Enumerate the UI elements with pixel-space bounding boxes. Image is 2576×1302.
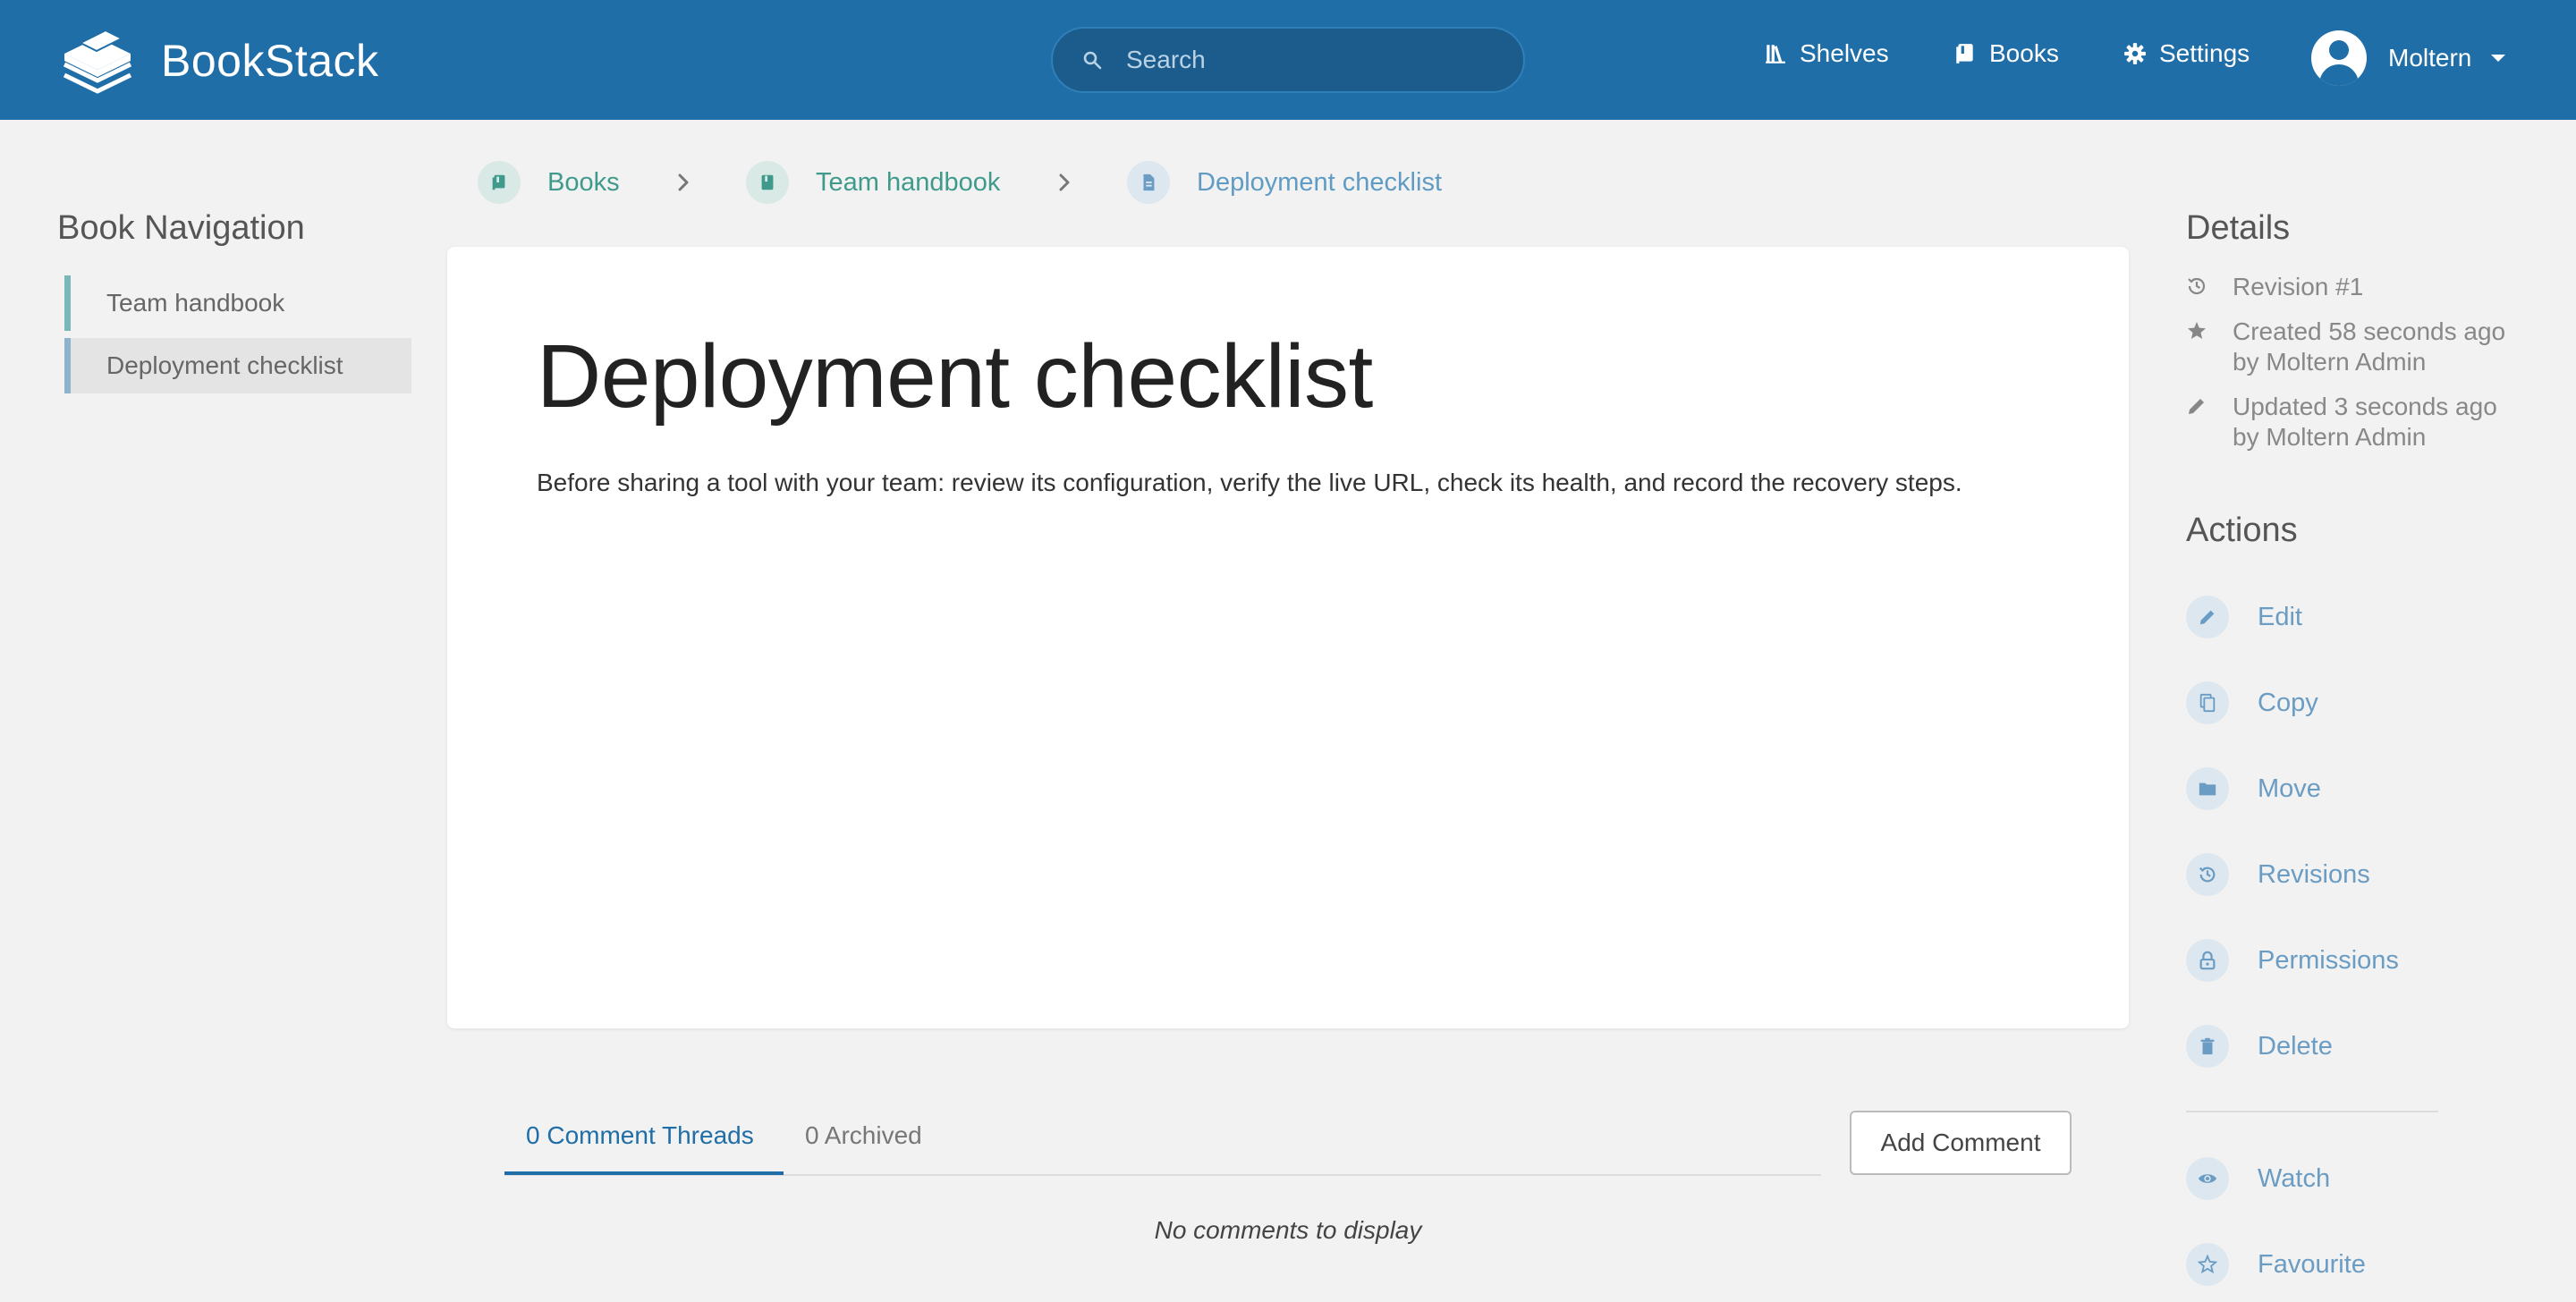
- watch-action[interactable]: Watch: [2186, 1157, 2330, 1200]
- nav-settings[interactable]: Settings: [2123, 39, 2250, 68]
- breadcrumb-deployment-checklist[interactable]: Deployment checklist: [1127, 161, 1442, 204]
- star-outline-icon: [2186, 1243, 2229, 1286]
- user-menu[interactable]: Moltern: [2311, 30, 2506, 86]
- history-icon: [2188, 277, 2206, 295]
- copy-action[interactable]: Copy: [2186, 681, 2318, 724]
- tab-archived[interactable]: 0 Archived: [805, 1121, 922, 1150]
- pencil-icon: [2189, 399, 2204, 414]
- breadcrumb-books-label: Books: [547, 167, 620, 197]
- breadcrumb-books[interactable]: Books: [478, 161, 620, 204]
- top-header: BookStack Shelves Books: [0, 0, 2576, 120]
- detail-revision[interactable]: Revision #1: [2186, 272, 2363, 302]
- book-nav-item-deployment-checklist[interactable]: Deployment checklist: [64, 338, 411, 393]
- tab-comment-threads[interactable]: 0 Comment Threads: [526, 1121, 754, 1150]
- avatar: [2311, 30, 2367, 86]
- no-comments-message: No comments to display: [0, 1216, 2576, 1245]
- edit-action-label: Edit: [2258, 602, 2302, 631]
- copy-action-label: Copy: [2258, 688, 2318, 717]
- details-title: Details: [2186, 209, 2291, 247]
- copy-icon: [2186, 681, 2229, 724]
- eye-icon: [2186, 1157, 2229, 1200]
- page-content-card: Deployment checklist Before sharing a to…: [447, 247, 2129, 1028]
- detail-updated: Updated 3 seconds ago by Moltern Admin: [2186, 392, 2497, 452]
- breadcrumb-deployment-checklist-label: Deployment checklist: [1197, 167, 1442, 197]
- book-nav-item-label: Team handbook: [106, 289, 285, 317]
- book-navigation-title: Book Navigation: [57, 209, 305, 247]
- nav-shelves-label: Shelves: [1800, 39, 1889, 67]
- lock-icon: [2186, 939, 2229, 982]
- detail-created-line1: Created 58 seconds ago: [2233, 317, 2506, 345]
- detail-created: Created 58 seconds ago by Moltern Admin: [2186, 317, 2505, 377]
- permissions-action[interactable]: Permissions: [2186, 939, 2399, 982]
- star-icon: [2188, 322, 2206, 339]
- breadcrumb-team-handbook-label: Team handbook: [816, 167, 1001, 197]
- book-icon: [1956, 44, 1973, 63]
- history-icon: [2186, 853, 2229, 896]
- revisions-action[interactable]: Revisions: [2186, 853, 2370, 896]
- nav-settings-label: Settings: [2159, 39, 2250, 67]
- book-nav-item-label: Deployment checklist: [106, 351, 343, 379]
- no-comments-text: No comments to display: [1154, 1216, 1422, 1244]
- favourite-action-label: Favourite: [2258, 1249, 2366, 1279]
- delete-action-label: Delete: [2258, 1031, 2333, 1061]
- search-input[interactable]: [1126, 46, 1484, 74]
- nav-shelves[interactable]: Shelves: [1764, 39, 1889, 68]
- actions-title: Actions: [2186, 512, 2298, 549]
- book-icon: [746, 161, 789, 204]
- page-icon: [1127, 161, 1170, 204]
- nav-books-label: Books: [1989, 39, 2059, 67]
- page-body-text: Before sharing a tool with your team: re…: [537, 469, 1962, 496]
- chevron-down-icon: [2491, 55, 2506, 62]
- page-title: Deployment checklist: [537, 326, 1373, 427]
- chevron-right-icon: [678, 173, 689, 191]
- pencil-icon: [2186, 596, 2229, 638]
- shelves-icon: [1766, 45, 1785, 63]
- actions-divider: [2186, 1111, 2438, 1112]
- detail-updated-line1: Updated 3 seconds ago: [2233, 393, 2497, 420]
- detail-revision-text: Revision #1: [2233, 273, 2364, 300]
- app-name: BookStack: [161, 36, 379, 86]
- detail-updated-line2: by Moltern Admin: [2233, 423, 2427, 451]
- books-icon: [478, 161, 521, 204]
- revisions-action-label: Revisions: [2258, 859, 2370, 889]
- favourite-action[interactable]: Favourite: [2186, 1243, 2366, 1286]
- active-tab-indicator: [504, 1171, 784, 1175]
- search-icon: [1083, 51, 1102, 70]
- watch-action-label: Watch: [2258, 1163, 2331, 1193]
- delete-action[interactable]: Delete: [2186, 1025, 2333, 1068]
- add-comment-button[interactable]: Add Comment: [1850, 1111, 2072, 1175]
- move-action-label: Move: [2258, 774, 2321, 803]
- trash-icon: [2186, 1025, 2229, 1068]
- move-action[interactable]: Move: [2186, 767, 2321, 810]
- breadcrumb-team-handbook[interactable]: Team handbook: [746, 161, 1000, 204]
- permissions-action-label: Permissions: [2258, 945, 2399, 975]
- user-name: Moltern: [2388, 44, 2472, 72]
- book-nav-item-team-handbook[interactable]: Team handbook: [64, 275, 411, 331]
- edit-action[interactable]: Edit: [2186, 596, 2302, 638]
- chevron-right-icon: [1059, 173, 1070, 191]
- search-box[interactable]: [1051, 27, 1525, 93]
- app-logo[interactable]: BookStack: [59, 25, 379, 97]
- gear-icon: [2124, 43, 2146, 64]
- bookstack-logo-icon: [63, 29, 132, 94]
- folder-icon: [2186, 767, 2229, 810]
- detail-created-line2: by Moltern Admin: [2233, 348, 2427, 376]
- nav-books[interactable]: Books: [1953, 39, 2059, 68]
